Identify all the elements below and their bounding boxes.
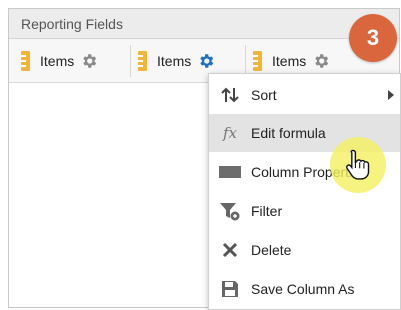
menu-item-label: Delete (251, 242, 292, 258)
panel-header: Reporting Fields (9, 9, 399, 39)
fx-icon: fx (222, 124, 237, 142)
gear-icon[interactable] (80, 52, 98, 70)
panel-title: Reporting Fields (21, 16, 123, 32)
delete-icon (219, 239, 241, 261)
ruler-icon (21, 50, 30, 71)
menu-item-delete[interactable]: Delete (209, 231, 400, 269)
ruler-icon (253, 50, 262, 71)
field-label: Items (157, 52, 192, 69)
field-items-1[interactable]: Items (21, 39, 98, 82)
step-number-badge: 3 (349, 14, 397, 62)
menu-item-label: Edit formula (251, 125, 326, 141)
menu-item-save-column-as[interactable]: Save Column As (209, 270, 400, 308)
gear-icon[interactable] (197, 52, 215, 70)
gear-icon[interactable] (312, 52, 330, 70)
submenu-arrow-icon (388, 90, 394, 100)
field-label: Items (272, 52, 307, 69)
filter-icon (219, 200, 241, 222)
hand-cursor-icon (346, 149, 370, 180)
ruler-icon (138, 50, 147, 71)
menu-item-label: Save Column As (251, 281, 355, 297)
menu-item-sort[interactable]: Sort (209, 76, 400, 114)
field-divider (130, 45, 131, 77)
field-items-2[interactable]: Items (138, 39, 215, 82)
sort-icon (219, 84, 241, 106)
menu-item-filter[interactable]: Filter (209, 192, 400, 230)
xyz-icon (219, 161, 241, 183)
menu-item-label: Filter (251, 203, 283, 219)
column-context-menu: Sort fx Edit formula Column Properties F… (208, 73, 401, 310)
field-label: Items (40, 52, 75, 69)
menu-item-label: Sort (251, 87, 277, 103)
save-icon (219, 278, 241, 300)
